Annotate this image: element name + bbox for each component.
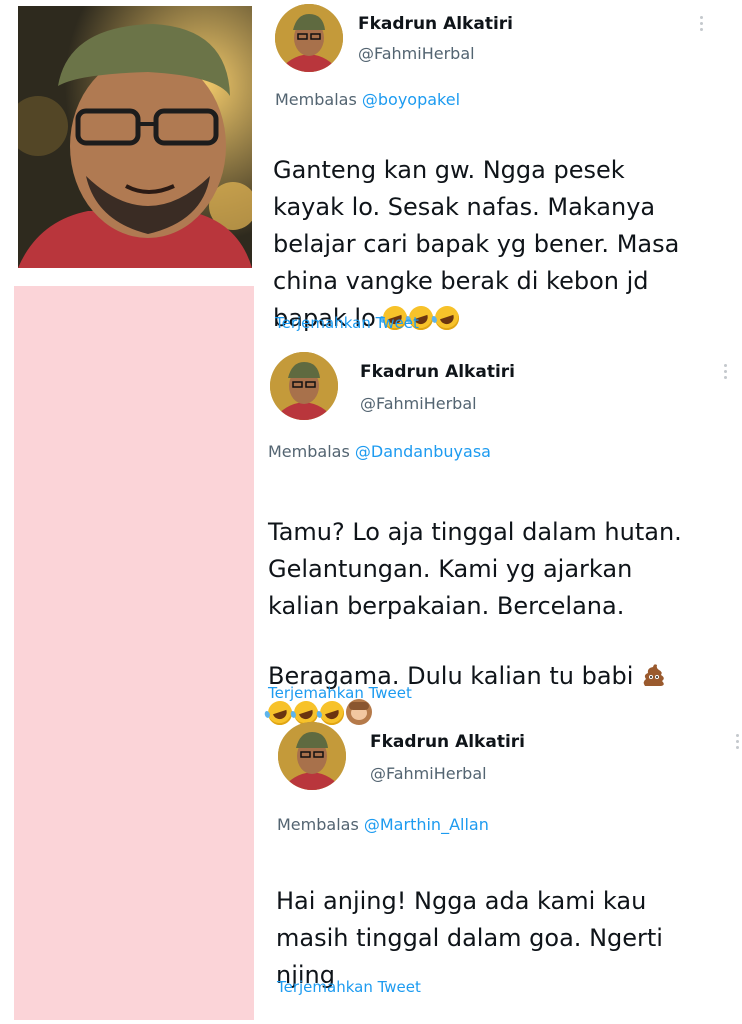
reply-context: Membalas @Dandanbuyasa bbox=[268, 442, 491, 461]
pile-of-poo-icon bbox=[641, 625, 667, 686]
display-name[interactable]: Fkadrun Alkatiri bbox=[358, 14, 513, 34]
display-name[interactable]: Fkadrun Alkatiri bbox=[360, 362, 515, 382]
tweet-text: Hai anjing! Ngga ada kami kau masih ting… bbox=[276, 846, 736, 994]
user-handle[interactable]: @FahmiHerbal bbox=[370, 764, 487, 783]
tweet-text-content: Tamu? Lo aja tinggal dalam hutan. Gelant… bbox=[268, 518, 682, 690]
more-options-icon[interactable] bbox=[722, 362, 728, 382]
avatar[interactable] bbox=[270, 352, 338, 420]
reply-prefix: Membalas bbox=[268, 442, 350, 461]
reply-prefix: Membalas bbox=[277, 815, 359, 834]
reply-context: Membalas @boyopakel bbox=[275, 90, 460, 109]
user-handle[interactable]: @FahmiHerbal bbox=[360, 394, 477, 413]
more-options-icon[interactable] bbox=[734, 732, 740, 752]
tweet-text-content: Hai anjing! Ngga ada kami kau masih ting… bbox=[276, 887, 663, 989]
see-no-evil-monkey-icon bbox=[346, 699, 372, 725]
tweet-3[interactable]: Fkadrun Alkatiri @FahmiHerbal Membalas @… bbox=[0, 0, 742, 996]
avatar-image bbox=[278, 722, 346, 790]
avatar[interactable] bbox=[275, 4, 343, 72]
reply-prefix: Membalas bbox=[275, 90, 357, 109]
translate-tweet-link[interactable]: Terjemahkan Tweet bbox=[268, 684, 412, 702]
more-options-icon[interactable] bbox=[698, 14, 704, 34]
translate-tweet-link[interactable]: Terjemahkan Tweet bbox=[275, 314, 419, 332]
avatar-image bbox=[275, 4, 343, 72]
avatar-image bbox=[270, 352, 338, 420]
display-name[interactable]: Fkadrun Alkatiri bbox=[370, 732, 525, 752]
reply-mention-link[interactable]: @boyopakel bbox=[362, 90, 460, 109]
user-handle[interactable]: @FahmiHerbal bbox=[358, 44, 475, 63]
tweet-1[interactable]: Fkadrun Alkatiri @FahmiHerbal Membalas @… bbox=[0, 0, 742, 340]
pink-background-panel bbox=[14, 286, 254, 1020]
tweet-text-content: Ganteng kan gw. Ngga pesek kayak lo. Ses… bbox=[273, 156, 680, 332]
rolling-on-floor-laughing-icon bbox=[432, 302, 463, 334]
avatar[interactable] bbox=[278, 722, 346, 790]
reply-mention-link[interactable]: @Dandanbuyasa bbox=[355, 442, 491, 461]
tweet-text: Ganteng kan gw. Ngga pesek kayak lo. Ses… bbox=[273, 115, 733, 337]
reply-mention-link[interactable]: @Marthin_Allan bbox=[364, 815, 489, 834]
translate-tweet-link[interactable]: Terjemahkan Tweet bbox=[277, 978, 421, 996]
reply-context: Membalas @Marthin_Allan bbox=[277, 815, 489, 834]
